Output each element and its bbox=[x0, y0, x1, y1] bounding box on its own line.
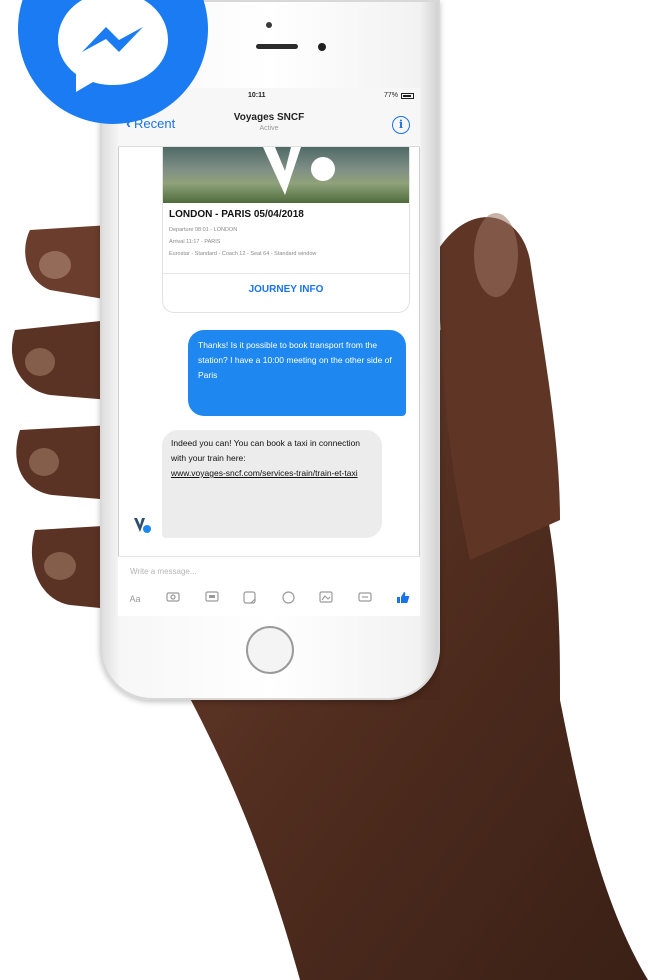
camera-icon[interactable] bbox=[164, 591, 182, 607]
messenger-logo-icon bbox=[58, 0, 168, 92]
incoming-message-link[interactable]: www.voyages-sncf.com/services-train/trai… bbox=[171, 468, 358, 478]
battery-percent: 77% bbox=[383, 92, 398, 99]
message-input[interactable]: Write a message... bbox=[130, 567, 197, 576]
stage: 10:11 77% ‹ Recent Voyages SNCF Active i bbox=[0, 0, 648, 980]
earpiece-speaker bbox=[256, 44, 298, 49]
incoming-message: Indeed you can! You can book a taxi in c… bbox=[162, 430, 382, 538]
journey-detail-line: Arrival 11:17 - PARIS bbox=[169, 239, 221, 245]
messenger-badge bbox=[18, 0, 208, 124]
emoji-icon[interactable] bbox=[279, 591, 297, 607]
journey-detail-line: Departure 08:01 - LONDON bbox=[169, 227, 238, 233]
battery-icon bbox=[401, 93, 414, 99]
journey-title: LONDON - PARIS 05/04/2018 bbox=[169, 209, 304, 220]
image-icon[interactable] bbox=[317, 591, 335, 607]
gif-icon[interactable] bbox=[203, 591, 221, 607]
status-time: 10:11 bbox=[248, 92, 266, 99]
journey-card: LONDON - PARIS 05/04/2018 Departure 08:0… bbox=[162, 146, 410, 313]
info-icon[interactable]: i bbox=[392, 116, 410, 134]
outgoing-message: Thanks! Is it possible to book transport… bbox=[188, 330, 406, 416]
home-button[interactable] bbox=[246, 626, 294, 674]
phone-screen: 10:11 77% ‹ Recent Voyages SNCF Active i bbox=[118, 88, 420, 616]
sncf-logo-icon bbox=[263, 147, 335, 195]
sticker-icon[interactable] bbox=[241, 591, 259, 607]
text-format-button[interactable]: Aa bbox=[126, 591, 144, 607]
bot-avatar-icon bbox=[134, 518, 151, 533]
proximity-sensor bbox=[266, 22, 272, 28]
incoming-message-text: Indeed you can! You can book a taxi in c… bbox=[171, 438, 361, 463]
journey-detail-line: Eurostar - Standard - Coach 12 - Seat 64… bbox=[169, 251, 317, 257]
message-composer: Write a message... Aa bbox=[118, 556, 420, 616]
composer-toolbar: Aa bbox=[126, 589, 412, 609]
like-icon[interactable] bbox=[394, 591, 412, 607]
front-camera bbox=[318, 43, 326, 51]
attachment-icon[interactable] bbox=[356, 591, 374, 607]
card-divider bbox=[163, 273, 409, 274]
conversation-subtitle: Active bbox=[259, 125, 279, 132]
journey-info-button[interactable]: JOURNEY INFO bbox=[163, 284, 409, 295]
journey-card-image bbox=[163, 147, 409, 203]
